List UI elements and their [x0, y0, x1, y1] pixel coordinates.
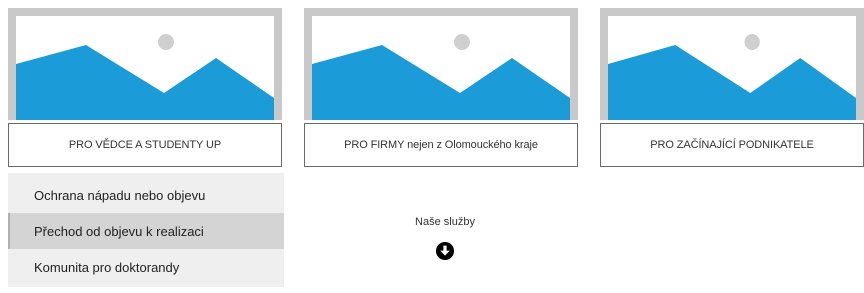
services-label: Naše služby — [415, 216, 475, 228]
menu-item-discovery-to-realization[interactable]: Přechod od objevu k realizaci — [8, 213, 284, 249]
arrow-down-circle-icon[interactable] — [436, 242, 454, 260]
menu-item-idea-protection[interactable]: Ochrana nápadu nebo objevu — [8, 177, 284, 213]
card-label[interactable]: PRO FIRMY nejen z Olomouckého kraje — [304, 123, 578, 167]
placeholder-image-icon — [16, 16, 274, 120]
card-image-frame[interactable] — [600, 8, 864, 120]
card-label[interactable]: PRO VĚDCE A STUDENTY UP — [8, 123, 282, 167]
card-starting-entrepreneurs[interactable]: PRO ZAČÍNAJÍCÍ PODNIKATELE — [600, 8, 864, 167]
services-section: Naše služby — [395, 216, 495, 265]
placeholder-image-icon — [608, 16, 856, 120]
menu-item-doctoral-community[interactable]: Komunita pro doktorandy — [8, 249, 284, 285]
card-scientists-students[interactable]: PRO VĚDCE A STUDENTY UP — [8, 8, 282, 167]
side-menu: Ochrana nápadu nebo objevu Přechod od ob… — [8, 173, 284, 287]
card-image-frame[interactable] — [8, 8, 282, 120]
card-image-frame[interactable] — [304, 8, 578, 120]
card-label[interactable]: PRO ZAČÍNAJÍCÍ PODNIKATELE — [600, 123, 864, 167]
placeholder-image-icon — [312, 16, 570, 120]
card-companies[interactable]: PRO FIRMY nejen z Olomouckého kraje — [304, 8, 578, 167]
